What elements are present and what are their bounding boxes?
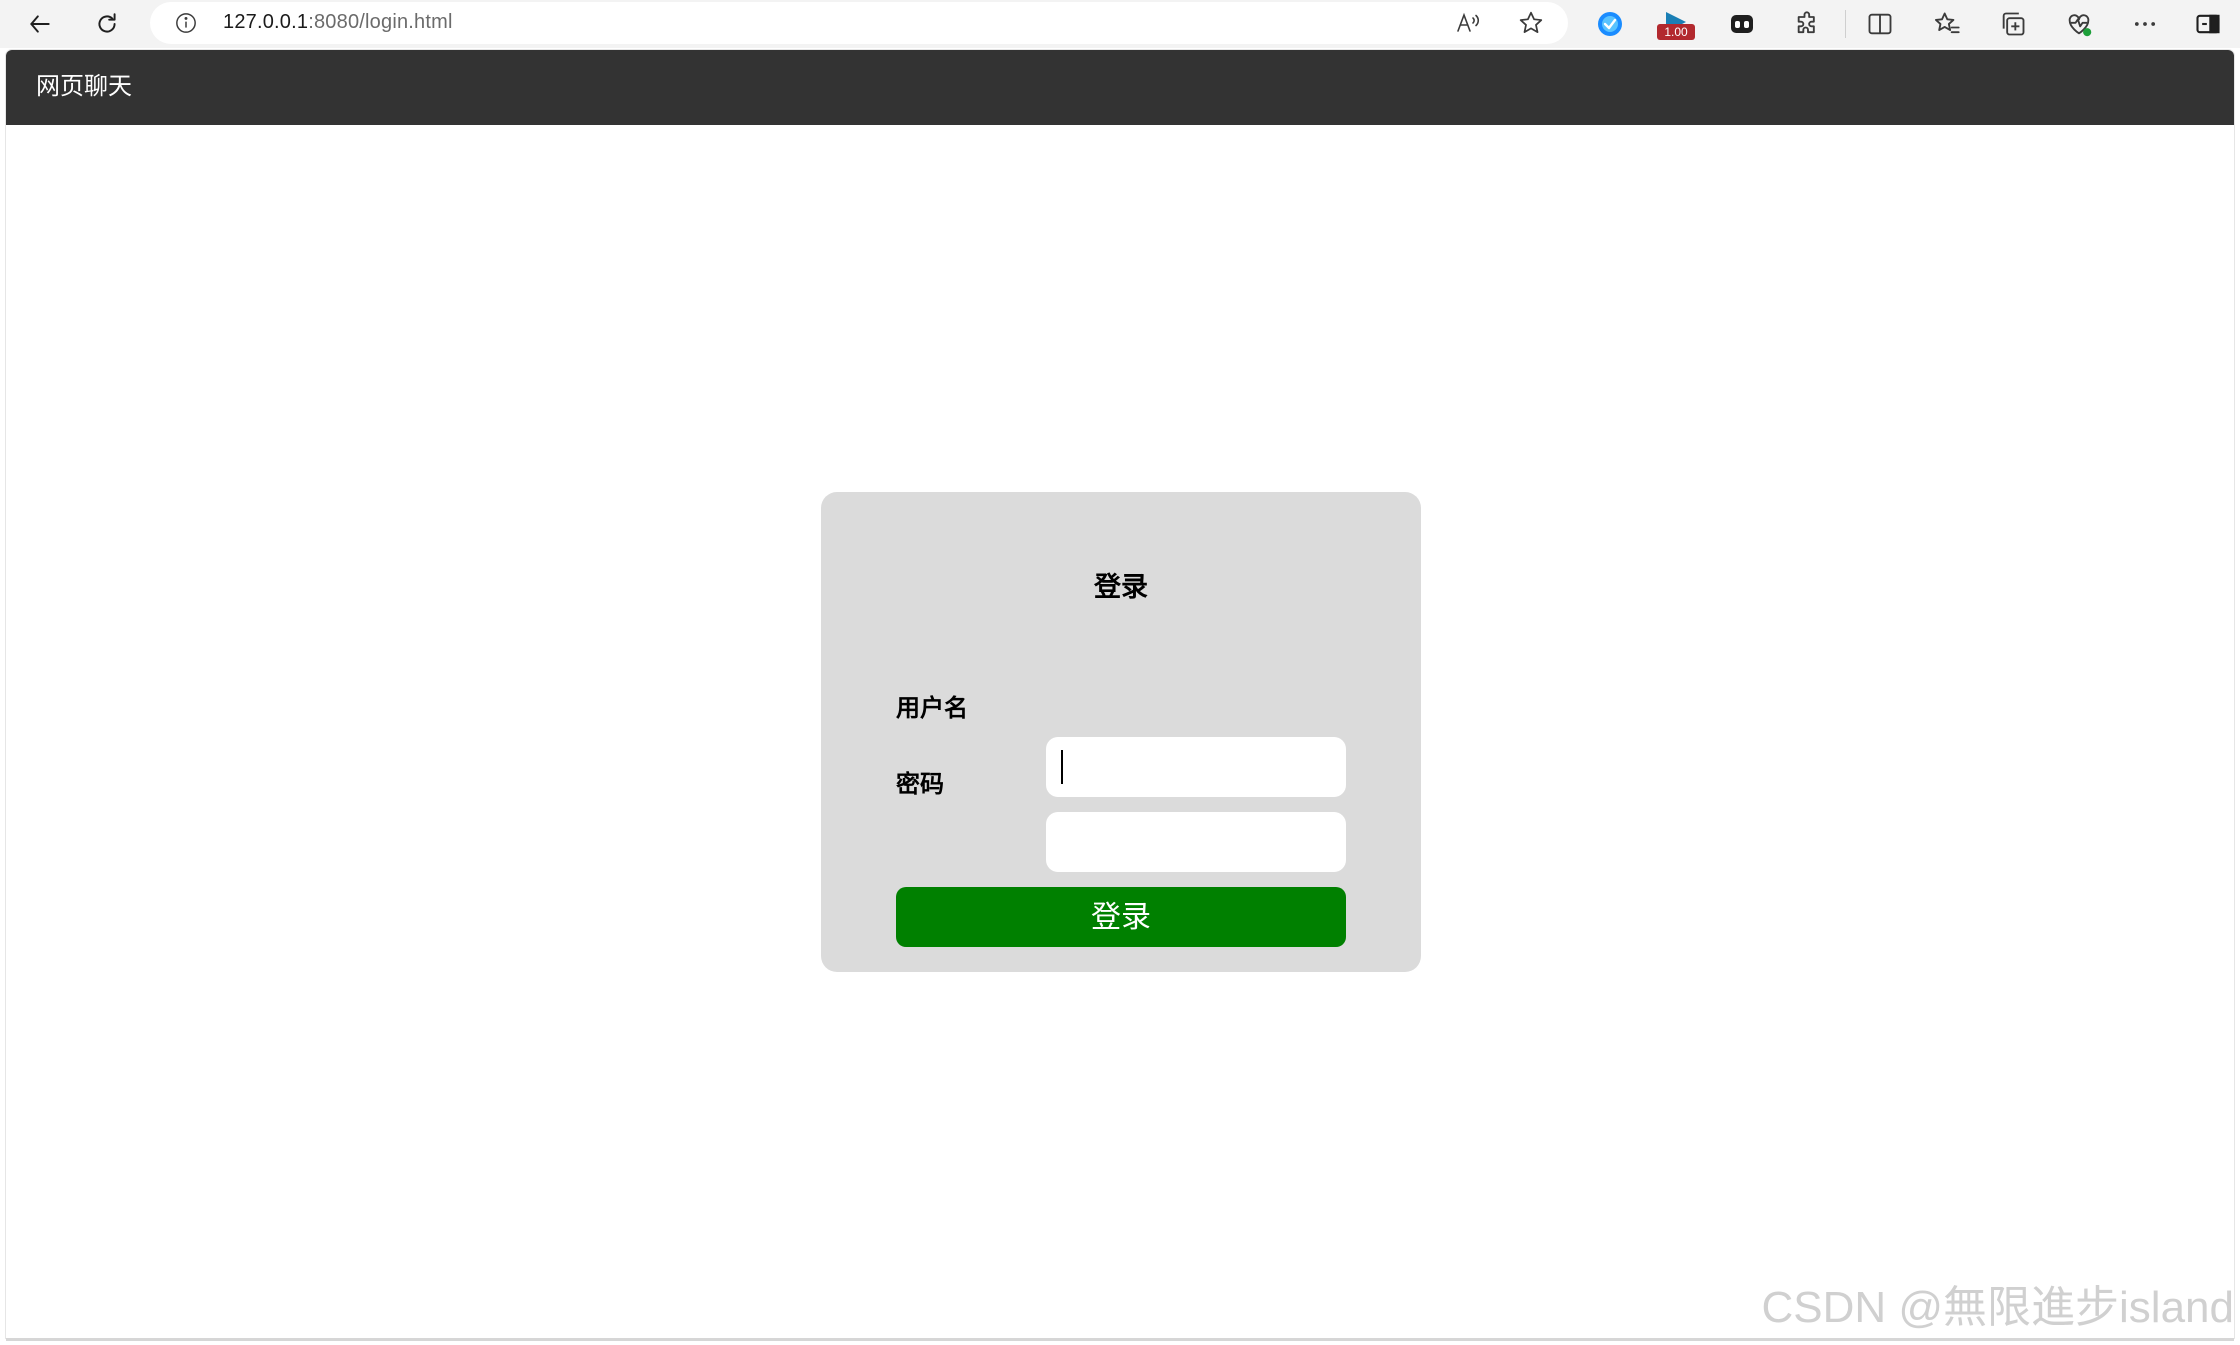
split-screen-icon[interactable] [1864, 8, 1896, 40]
puzzle-icon[interactable] [1792, 8, 1824, 40]
more-icon[interactable] [2129, 8, 2161, 40]
favorites-icon[interactable] [1931, 8, 1963, 40]
app-title: 网页聊天 [36, 72, 132, 100]
sidebar-icon[interactable] [2192, 8, 2224, 40]
password-input[interactable] [1046, 812, 1346, 872]
url-host: 127.0.0.1 [223, 11, 309, 33]
collections-icon[interactable] [1997, 8, 2029, 40]
star-icon[interactable] [1518, 10, 1544, 36]
page-bottom-border [6, 1338, 2234, 1341]
page-viewport: 网页聊天 登录 用户名 密码 登录 [6, 50, 2234, 1338]
login-card: 登录 用户名 密码 登录 [821, 492, 1421, 972]
text-caret [1061, 750, 1063, 784]
back-arrow-icon[interactable] [20, 4, 60, 44]
address-bar[interactable]: 127.0.0.1:8080/login.html [150, 2, 1568, 44]
copilot-icon[interactable] [1726, 8, 1758, 40]
extension-badge: 1.00 [1657, 24, 1695, 40]
password-label: 密码 [896, 770, 944, 798]
refresh-icon[interactable] [87, 4, 127, 44]
browser-toolbar: 127.0.0.1:8080/login.html 1.00 [0, 0, 2240, 48]
watermark-text: CSDN @無限進步island [1761, 1283, 2234, 1332]
username-label: 用户名 [896, 694, 968, 722]
username-input[interactable] [1046, 737, 1346, 797]
check-shield-icon[interactable] [1594, 8, 1626, 40]
toolbar-separator [1845, 10, 1846, 38]
read-aloud-icon[interactable] [1455, 10, 1481, 36]
heart-pulse-icon[interactable] [2063, 8, 2095, 40]
url-path: :8080/login.html [308, 11, 453, 33]
info-icon[interactable] [175, 12, 197, 34]
app-header: 网页聊天 [6, 50, 2234, 125]
url-text[interactable]: 127.0.0.1:8080/login.html [223, 11, 453, 34]
login-button[interactable]: 登录 [896, 887, 1346, 947]
login-title: 登录 [1094, 572, 1148, 603]
